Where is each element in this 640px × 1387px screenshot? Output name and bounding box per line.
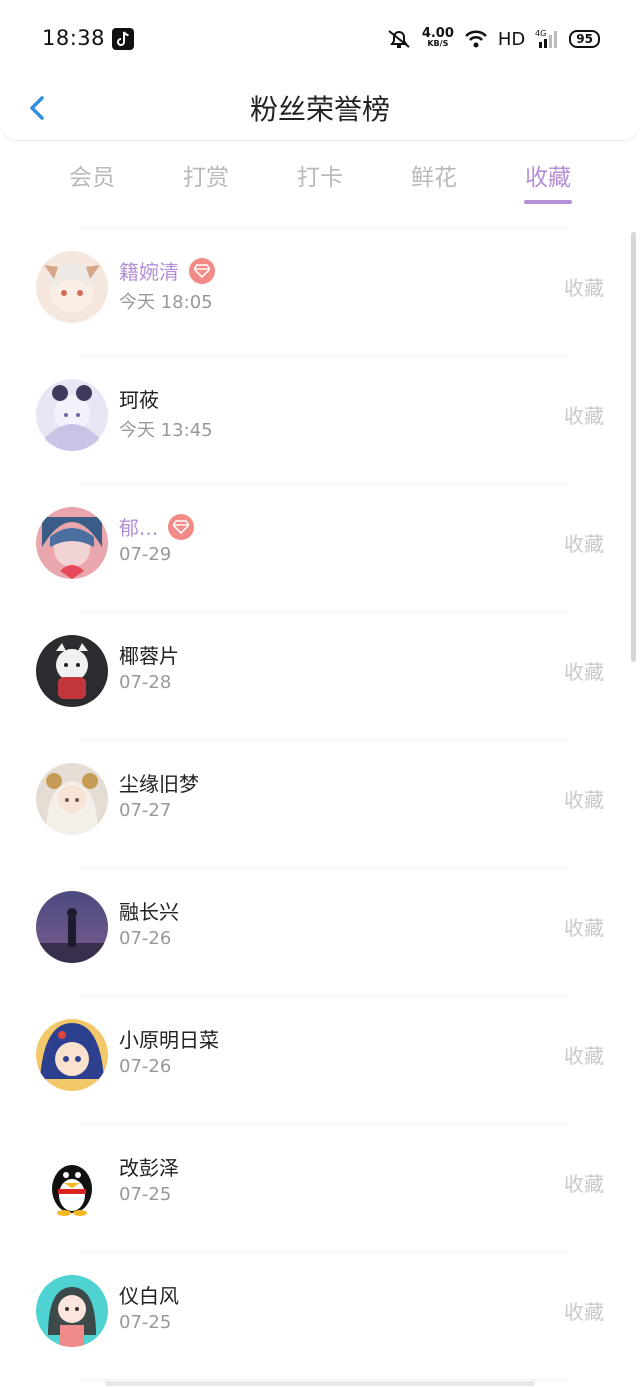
date: 07-26 [119,1056,172,1077]
user-name[interactable]: 珂莜 [119,384,159,413]
app-header: 粉丝荣誉榜 [0,78,640,141]
list-item[interactable]: 小原明日菜 07-26 收藏 [0,996,640,1124]
list-item[interactable]: 改彭泽 07-25 收藏 [0,1124,640,1252]
date: 07-26 [119,928,172,949]
list-item[interactable]: 珂莜 今天 13:45 收藏 [0,356,640,484]
avatar[interactable] [36,507,108,579]
status-time: 18:38 [42,26,106,50]
divider [80,1379,568,1380]
tiktok-icon [112,28,134,50]
hd-label: HD [497,28,526,50]
status-icons: 4.00 KB/S HD 4G 95 [386,26,600,52]
tab-checkin[interactable]: 打卡 [263,158,377,192]
name-line: 仪白风 [119,1280,179,1309]
page-title: 粉丝荣誉榜 [249,93,390,126]
home-indicator[interactable] [105,1381,535,1386]
tab-reward[interactable]: 打赏 [149,158,263,192]
avatar[interactable] [36,1275,108,1347]
avatar[interactable] [36,635,108,707]
user-name[interactable]: 仪白风 [119,1280,179,1309]
user-name[interactable]: 尘缘旧梦 [119,768,199,797]
name-line: 小原明日菜 [119,1024,219,1053]
list-item[interactable]: 籍婉清 今天 18:05 收藏 [0,228,640,356]
scrollbar[interactable] [631,232,636,662]
date: 07-27 [119,800,172,821]
favorite-action: 收藏 [564,660,604,684]
diamond-icon [168,513,195,540]
signal-icon: 4G [535,28,559,50]
net-speed-value: 4.00 [421,26,454,41]
list-item[interactable]: 融长兴 07-26 收藏 [0,868,640,996]
user-name[interactable]: 融长兴 [119,896,179,925]
tab-bar: 会员 打赏 打卡 鲜花 收藏 [35,152,605,208]
name-line: 郁... [119,512,195,541]
user-name[interactable]: 改彭泽 [119,1152,179,1181]
name-line: 尘缘旧梦 [119,768,199,797]
net-speed-unit: KB/S [427,39,449,48]
favorite-action: 收藏 [564,1044,604,1068]
status-bar: 18:38 4.00 KB/S HD 4G 95 [0,0,640,78]
date: 07-25 [119,1312,172,1333]
date: 07-25 [119,1184,172,1205]
net-speed: 4.00 KB/S [421,26,454,49]
favorite-action: 收藏 [564,788,604,812]
tab-favorites[interactable]: 收藏 [491,158,605,192]
favorite-action: 收藏 [564,1172,604,1196]
wifi-icon [464,29,488,49]
user-name[interactable]: 郁... [119,512,158,541]
list-item[interactable]: 郁... 07-29 收藏 [0,484,640,612]
name-line: 融长兴 [119,896,179,925]
name-line: 珂莜 [119,384,159,413]
avatar[interactable] [36,763,108,835]
list-item[interactable]: 椰蓉片 07-28 收藏 [0,612,640,740]
list-item[interactable]: 尘缘旧梦 07-27 收藏 [0,740,640,868]
favorite-action: 收藏 [564,916,604,940]
name-line: 椰蓉片 [119,640,179,669]
diamond-icon [189,257,215,284]
tab-flowers[interactable]: 鲜花 [377,158,491,192]
avatar[interactable] [36,1019,108,1091]
name-line: 籍婉清 [119,256,215,285]
favorite-action: 收藏 [564,404,604,428]
date: 今天 18:05 [119,292,213,313]
avatar[interactable] [36,891,108,963]
date: 07-29 [119,544,172,565]
active-tab-indicator [524,200,572,204]
favorite-action: 收藏 [564,1300,604,1324]
avatar[interactable] [36,251,108,323]
favorite-action: 收藏 [564,532,604,556]
user-name[interactable]: 籍婉清 [119,256,179,285]
user-name[interactable]: 小原明日菜 [119,1024,219,1053]
favorite-action: 收藏 [564,276,604,300]
name-line: 改彭泽 [119,1152,179,1181]
user-name[interactable]: 椰蓉片 [119,640,179,669]
tab-member[interactable]: 会员 [35,158,149,192]
mute-bell-icon [386,28,412,50]
date: 今天 13:45 [119,420,213,441]
svg-text:4G: 4G [535,29,546,38]
avatar[interactable] [36,379,108,451]
battery-indicator: 95 [569,30,600,48]
list-item[interactable]: 仪白风 07-25 收藏 [0,1252,640,1380]
avatar[interactable] [36,1147,108,1219]
date: 07-28 [119,672,172,693]
